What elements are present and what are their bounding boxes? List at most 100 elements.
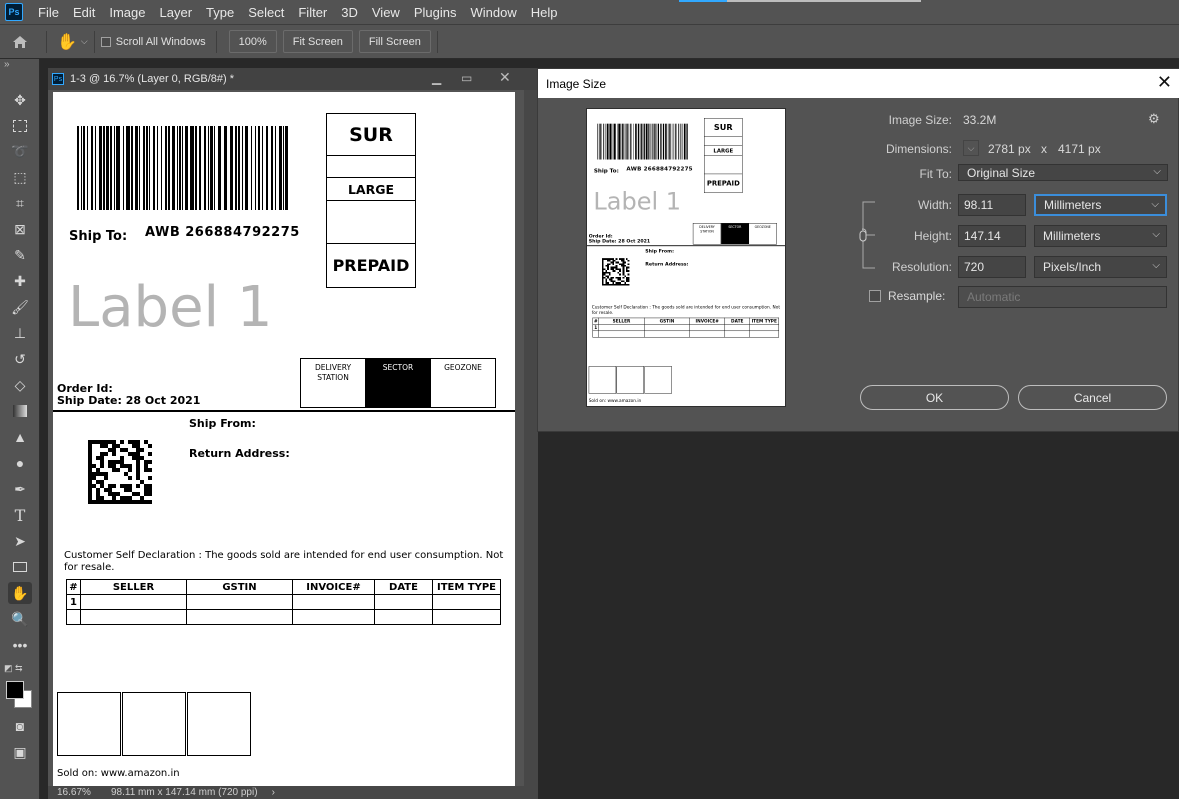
blur-tool-icon[interactable]: ▲	[8, 426, 32, 448]
screen-mode-icon[interactable]: ▣	[8, 741, 32, 763]
menu-type[interactable]: Type	[199, 5, 241, 20]
menu-file[interactable]: File	[31, 5, 66, 20]
move-tool-icon[interactable]: ✥	[8, 89, 32, 111]
document-tab[interactable]: Ps 1-3 @ 16.7% (Layer 0, RGB/8#) * ▁ ▭ ✕	[48, 68, 538, 90]
zoom-100-button[interactable]: 100%	[228, 30, 277, 53]
cancel-button[interactable]: Cancel	[1018, 385, 1167, 410]
resolution-unit-value: Pixels/Inch	[1043, 260, 1102, 274]
minimize-icon[interactable]: ▁	[432, 71, 441, 85]
menu-plugins[interactable]: Plugins	[407, 5, 464, 20]
home-icon[interactable]	[0, 35, 40, 49]
fit-to-label: Fit To:	[919, 167, 952, 181]
ship-date: Ship Date: 28 Oct 2021	[57, 394, 201, 407]
ship-from-label: Ship From:	[189, 417, 256, 430]
more-tools-icon[interactable]: •••	[8, 634, 32, 656]
box-empty-2	[327, 201, 415, 244]
document-icon: Ps	[52, 73, 64, 85]
dimensions-unit-dropdown-icon[interactable]: ⌵	[963, 140, 979, 156]
lasso-tool-icon[interactable]: ➰	[8, 140, 32, 162]
resolution-input[interactable]: 720	[958, 256, 1026, 278]
chevron-down-icon: ⌵	[1152, 260, 1160, 271]
gear-icon[interactable]: ⚙	[1148, 111, 1160, 127]
rectangle-tool-icon[interactable]	[8, 556, 32, 578]
fill-screen-button[interactable]: Fill Screen	[358, 30, 431, 53]
crop-tool-icon[interactable]: ⌗	[8, 192, 32, 214]
fit-screen-button[interactable]: Fit Screen	[282, 30, 353, 53]
menu-3d[interactable]: 3D	[334, 5, 365, 20]
width-label: Width:	[917, 198, 952, 212]
table-cell	[186, 594, 293, 610]
options-bar: ✋ ⌵ Scroll All Windows 100% Fit Screen F…	[0, 24, 1179, 59]
table-cell	[186, 609, 293, 625]
menu-layer[interactable]: Layer	[153, 5, 200, 20]
type-tool-icon[interactable]: T	[8, 504, 32, 526]
dodge-tool-icon[interactable]: ●	[8, 452, 32, 474]
chevron-right-icon[interactable]: ›	[272, 787, 275, 798]
history-brush-tool-icon[interactable]: ↺	[8, 348, 32, 370]
marquee-tool-icon[interactable]	[8, 115, 32, 137]
resample-method-select[interactable]: Automatic	[958, 286, 1167, 308]
package-box	[588, 366, 617, 394]
datamatrix-code-image	[602, 258, 630, 286]
maximize-icon[interactable]: ▭	[461, 71, 472, 85]
box-empty-1	[327, 156, 415, 178]
menu-edit[interactable]: Edit	[66, 5, 102, 20]
eraser-tool-icon[interactable]: ◇	[8, 374, 32, 396]
status-bar: 16.67% 98.11 mm x 147.14 mm (720 ppi) ›	[48, 786, 538, 799]
width-unit-select[interactable]: Millimeters ⌵	[1034, 194, 1167, 216]
fit-to-select[interactable]: Original Size ⌵	[958, 164, 1168, 181]
chevron-down-icon[interactable]: ⌵	[81, 36, 88, 47]
menu-filter[interactable]: Filter	[291, 5, 334, 20]
height-unit-select[interactable]: Millimeters ⌵	[1034, 225, 1167, 247]
self-declaration-text: Customer Self Declaration : The goods so…	[64, 550, 504, 561]
table-cell	[432, 594, 501, 610]
path-selection-tool-icon[interactable]: ➤	[8, 530, 32, 552]
delivery-station-cell: DELIVERY STATION	[693, 223, 722, 245]
dialog-titlebar: Image Size ✕	[538, 69, 1179, 98]
resolution-label: Resolution:	[891, 260, 952, 274]
image-size-dialog: Image Size ✕ Ship To: AWB 266884792275 S…	[537, 68, 1179, 432]
close-icon[interactable]: ✕	[499, 69, 511, 86]
photoshop-logo-icon[interactable]: Ps	[5, 3, 23, 21]
status-zoom[interactable]: 16.67%	[57, 787, 97, 798]
resample-checkbox[interactable]	[869, 290, 881, 302]
brush-tool-icon[interactable]: 🖌	[8, 296, 32, 318]
pen-tool-icon[interactable]: ✒	[8, 478, 32, 500]
menu-help[interactable]: Help	[524, 5, 565, 20]
menu-view[interactable]: View	[365, 5, 407, 20]
frame-tool-icon[interactable]: ⊠	[8, 218, 32, 240]
eyedropper-tool-icon[interactable]: ✎	[8, 244, 32, 266]
menu-image[interactable]: Image	[102, 5, 152, 20]
package-boxes	[588, 366, 673, 394]
label-watermark: Label 1	[593, 187, 682, 216]
swap-colors-icon[interactable]: ◩ ⇆	[4, 663, 23, 674]
hand-tool-icon[interactable]: ✋	[57, 32, 77, 52]
barcode-image	[597, 123, 688, 160]
table-cell	[598, 330, 645, 338]
checkbox-box[interactable]	[100, 36, 111, 47]
vertical-scrollbar[interactable]	[524, 90, 538, 786]
width-input[interactable]: 98.11	[958, 194, 1026, 216]
table-header: DATE	[374, 579, 433, 595]
height-input[interactable]: 147.14	[958, 225, 1026, 247]
image-preview[interactable]: Ship To: AWB 266884792275 SUR LARGE PREP…	[586, 108, 786, 407]
collapse-panel-icon[interactable]: »	[4, 59, 10, 70]
resolution-unit-select[interactable]: Pixels/Inch ⌵	[1034, 256, 1167, 278]
zoom-tool-icon[interactable]: 🔍	[8, 608, 32, 630]
scroll-all-windows-checkbox[interactable]: Scroll All Windows	[100, 36, 206, 48]
canvas-area[interactable]: Ship To: AWB 266884792275 SUR LARGE PREP…	[48, 90, 524, 786]
object-select-tool-icon[interactable]: ⬚	[8, 166, 32, 188]
separator	[46, 30, 47, 53]
gradient-tool-icon[interactable]	[8, 400, 32, 422]
quick-mask-icon[interactable]: ◙	[8, 715, 32, 737]
menu-window[interactable]: Window	[463, 5, 523, 20]
healing-brush-tool-icon[interactable]: ✚	[8, 270, 32, 292]
hand-tool-icon[interactable]: ✋	[8, 582, 32, 604]
clone-stamp-tool-icon[interactable]: ⊥	[8, 322, 32, 344]
close-icon[interactable]: ✕	[1157, 72, 1172, 93]
box-prepaid: PREPAID	[706, 179, 740, 188]
ok-button[interactable]: OK	[860, 385, 1009, 410]
menu-select[interactable]: Select	[241, 5, 291, 20]
foreground-color-swatch[interactable]	[6, 681, 24, 699]
height-value: 147.14	[964, 229, 1001, 243]
